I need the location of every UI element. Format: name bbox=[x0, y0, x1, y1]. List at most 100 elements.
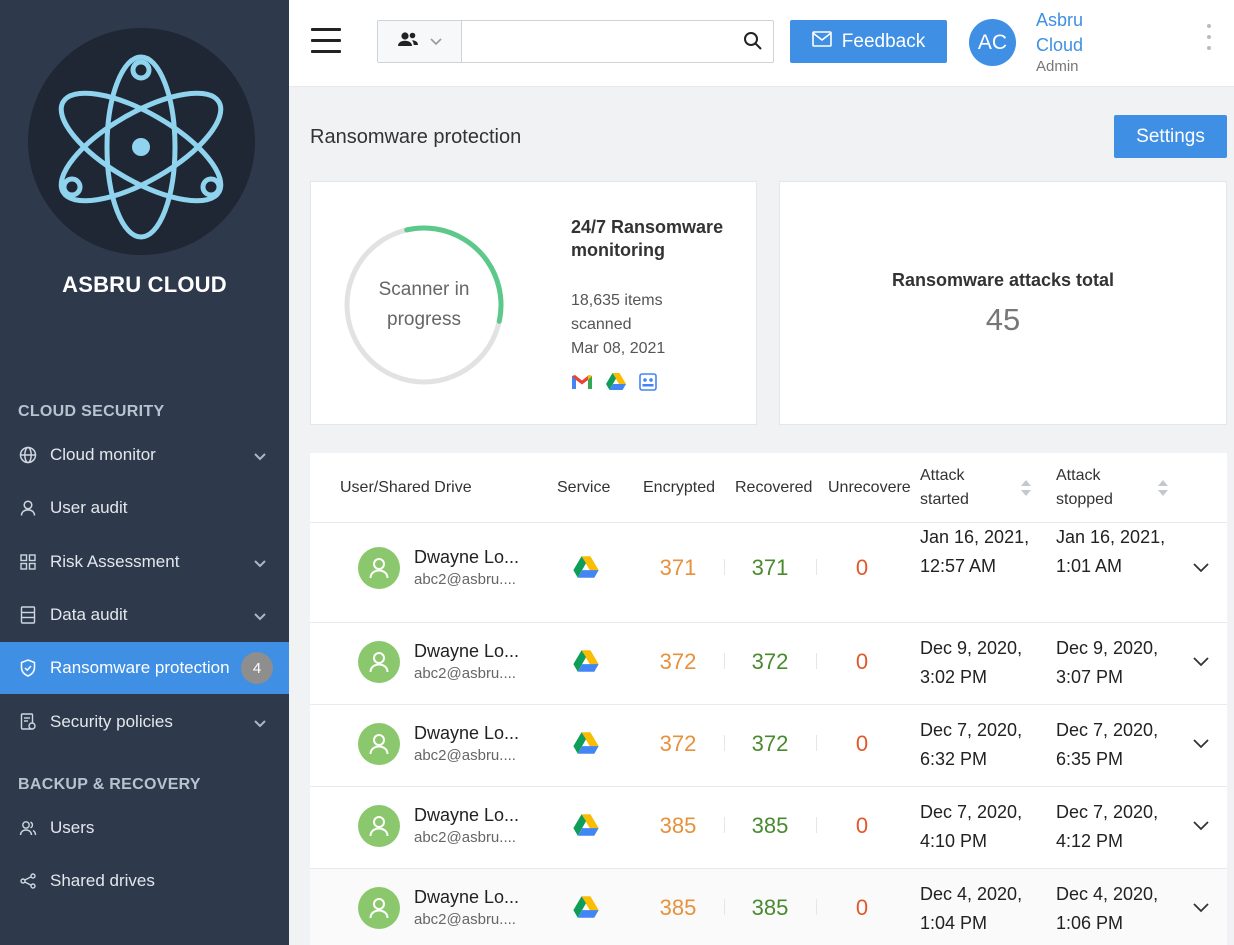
chevron-down-icon bbox=[429, 33, 443, 51]
sidebar-item-risk-assessment[interactable]: Risk Assessment bbox=[0, 542, 289, 582]
user-name[interactable]: Asbru Cloud bbox=[1036, 8, 1116, 58]
user-name[interactable]: Dwayne Lo... bbox=[414, 547, 519, 568]
user-email: abc2@asbru.... bbox=[414, 911, 516, 928]
user-role: Admin bbox=[1036, 58, 1079, 75]
search-scope-select[interactable] bbox=[378, 21, 462, 62]
mail-icon bbox=[811, 30, 832, 53]
google-drive-icon bbox=[605, 372, 627, 396]
chevron-down-icon[interactable] bbox=[1192, 901, 1210, 919]
sort-icon[interactable] bbox=[1157, 478, 1169, 503]
sidebar-item-data-audit[interactable]: Data audit bbox=[0, 595, 289, 635]
table-row[interactable]: Dwayne Lo... abc2@asbru.... 372 372 0 De… bbox=[310, 622, 1227, 704]
search-input[interactable] bbox=[463, 21, 733, 62]
search-icon[interactable] bbox=[743, 31, 763, 56]
avatar[interactable]: AC bbox=[969, 19, 1016, 66]
chevron-down-icon[interactable] bbox=[1192, 561, 1210, 579]
share-icon bbox=[18, 871, 38, 891]
google-drive-icon bbox=[572, 555, 600, 584]
table-row[interactable]: Dwayne Lo... abc2@asbru.... 372 372 0 De… bbox=[310, 704, 1227, 786]
brand-name: ASBRU CLOUD bbox=[62, 272, 227, 297]
google-drive-icon bbox=[572, 649, 600, 678]
user-email: abc2@asbru.... bbox=[414, 665, 516, 682]
chevron-down-icon bbox=[253, 447, 267, 467]
attack-stopped-date: Dec 4, 2020, 1:06 PM bbox=[1056, 884, 1159, 933]
sort-icon[interactable] bbox=[1020, 478, 1032, 503]
table-row[interactable]: Dwayne Lo... abc2@asbru.... 385 385 0 De… bbox=[310, 868, 1227, 945]
sidebar-item-security-policies[interactable]: Security policies bbox=[0, 702, 289, 742]
sidebar-item-cloud-monitor[interactable]: Cloud monitor bbox=[0, 435, 289, 475]
sidebar-item-label: Risk Assessment bbox=[50, 552, 180, 571]
column-header-attack-started[interactable]: Attack started bbox=[920, 453, 969, 523]
count-badge: 4 bbox=[241, 652, 273, 684]
column-header-user[interactable]: User/Shared Drive bbox=[340, 453, 472, 523]
user-icon bbox=[18, 498, 38, 518]
user-name[interactable]: Dwayne Lo... bbox=[414, 723, 519, 744]
attack-stopped-date: Dec 7, 2020, 4:12 PM bbox=[1056, 802, 1159, 851]
column-header-recovered[interactable]: Recovered bbox=[735, 453, 812, 523]
chevron-down-icon[interactable] bbox=[1192, 655, 1210, 673]
sidebar-item-user-audit[interactable]: User audit bbox=[0, 488, 289, 528]
recovered-count: 385 bbox=[751, 813, 789, 838]
attack-stopped-date: Jan 16, 2021, 1:01 AM bbox=[1056, 527, 1166, 576]
users-icon bbox=[397, 31, 419, 52]
encrypted-count: 372 bbox=[659, 731, 697, 756]
encrypted-count: 385 bbox=[659, 813, 697, 838]
column-header-service[interactable]: Service bbox=[557, 453, 610, 523]
section-title-backup-recovery: BACKUP & RECOVERY bbox=[18, 776, 201, 793]
attacks-total-label: Ransomware attacks total bbox=[891, 270, 1115, 290]
sidebar-item-shared-drives[interactable]: Shared drives bbox=[0, 861, 289, 901]
user-email: abc2@asbru.... bbox=[414, 747, 516, 764]
policy-icon bbox=[18, 712, 38, 732]
attack-started-date: Dec 9, 2020, 3:02 PM bbox=[920, 638, 1023, 687]
globe-icon bbox=[18, 445, 38, 465]
avatar bbox=[358, 805, 400, 847]
page-title: Ransomware protection bbox=[310, 126, 522, 148]
avatar bbox=[358, 887, 400, 929]
attack-started-date: Dec 7, 2020, 4:10 PM bbox=[920, 802, 1023, 851]
column-header-attack-stopped[interactable]: Attack stopped bbox=[1056, 453, 1113, 523]
feedback-button[interactable]: Feedback bbox=[790, 20, 947, 63]
attacks-total-value: 45 bbox=[985, 302, 1021, 337]
sidebar-item-label: Data audit bbox=[50, 605, 128, 624]
attack-started-date: Dec 4, 2020, 1:04 PM bbox=[920, 884, 1023, 933]
encrypted-count: 371 bbox=[659, 555, 697, 580]
table-row[interactable]: Dwayne Lo... abc2@asbru.... 385 385 0 De… bbox=[310, 786, 1227, 868]
unrecovered-count: 0 bbox=[855, 813, 869, 838]
attack-started-date: Jan 16, 2021, 12:57 AM bbox=[920, 527, 1030, 576]
scanner-status: Scanner in progress bbox=[378, 279, 470, 330]
chevron-down-icon bbox=[253, 714, 267, 734]
contacts-icon bbox=[639, 372, 657, 396]
gmail-icon bbox=[571, 374, 593, 395]
sidebar: ASBRU CLOUD CLOUD SECURITY Cloud monitor… bbox=[0, 0, 289, 945]
recovered-count: 371 bbox=[751, 555, 789, 580]
unrecovered-count: 0 bbox=[855, 649, 869, 674]
more-options-icon[interactable] bbox=[1207, 24, 1213, 57]
scan-date: Mar 08, 2021 bbox=[571, 340, 666, 357]
google-drive-icon bbox=[572, 813, 600, 842]
monitoring-title: 24/7 Ransomware monitoring bbox=[571, 217, 724, 260]
encrypted-count: 385 bbox=[659, 895, 697, 920]
sidebar-item-ransomware-protection[interactable]: Ransomware protection 4 bbox=[0, 642, 289, 694]
unrecovered-count: 0 bbox=[855, 555, 869, 580]
grid-icon bbox=[18, 552, 38, 572]
chevron-down-icon[interactable] bbox=[1192, 737, 1210, 755]
user-name[interactable]: Dwayne Lo... bbox=[414, 887, 519, 908]
column-header-unrecovered[interactable]: Unrecovere bbox=[828, 453, 916, 523]
settings-button[interactable]: Settings bbox=[1114, 115, 1227, 158]
google-drive-icon bbox=[572, 895, 600, 924]
chevron-down-icon[interactable] bbox=[1192, 819, 1210, 837]
unrecovered-count: 0 bbox=[855, 731, 869, 756]
sidebar-item-label: Security policies bbox=[50, 712, 173, 731]
sidebar-item-users[interactable]: Users bbox=[0, 808, 289, 848]
search-bar bbox=[377, 20, 774, 63]
user-name[interactable]: Dwayne Lo... bbox=[414, 805, 519, 826]
unrecovered-count: 0 bbox=[855, 895, 869, 920]
menu-icon[interactable] bbox=[311, 28, 341, 54]
attack-stopped-date: Dec 7, 2020, 6:35 PM bbox=[1056, 720, 1159, 769]
chevron-down-icon bbox=[253, 607, 267, 627]
user-name[interactable]: Dwayne Lo... bbox=[414, 641, 519, 662]
column-header-encrypted[interactable]: Encrypted bbox=[643, 453, 715, 523]
sidebar-item-label: Users bbox=[50, 818, 95, 837]
attacks-table: User/Shared Drive Service Encrypted Reco… bbox=[310, 453, 1227, 945]
table-row[interactable]: Dwayne Lo... abc2@asbru.... 371 371 0 Ja… bbox=[310, 522, 1227, 622]
